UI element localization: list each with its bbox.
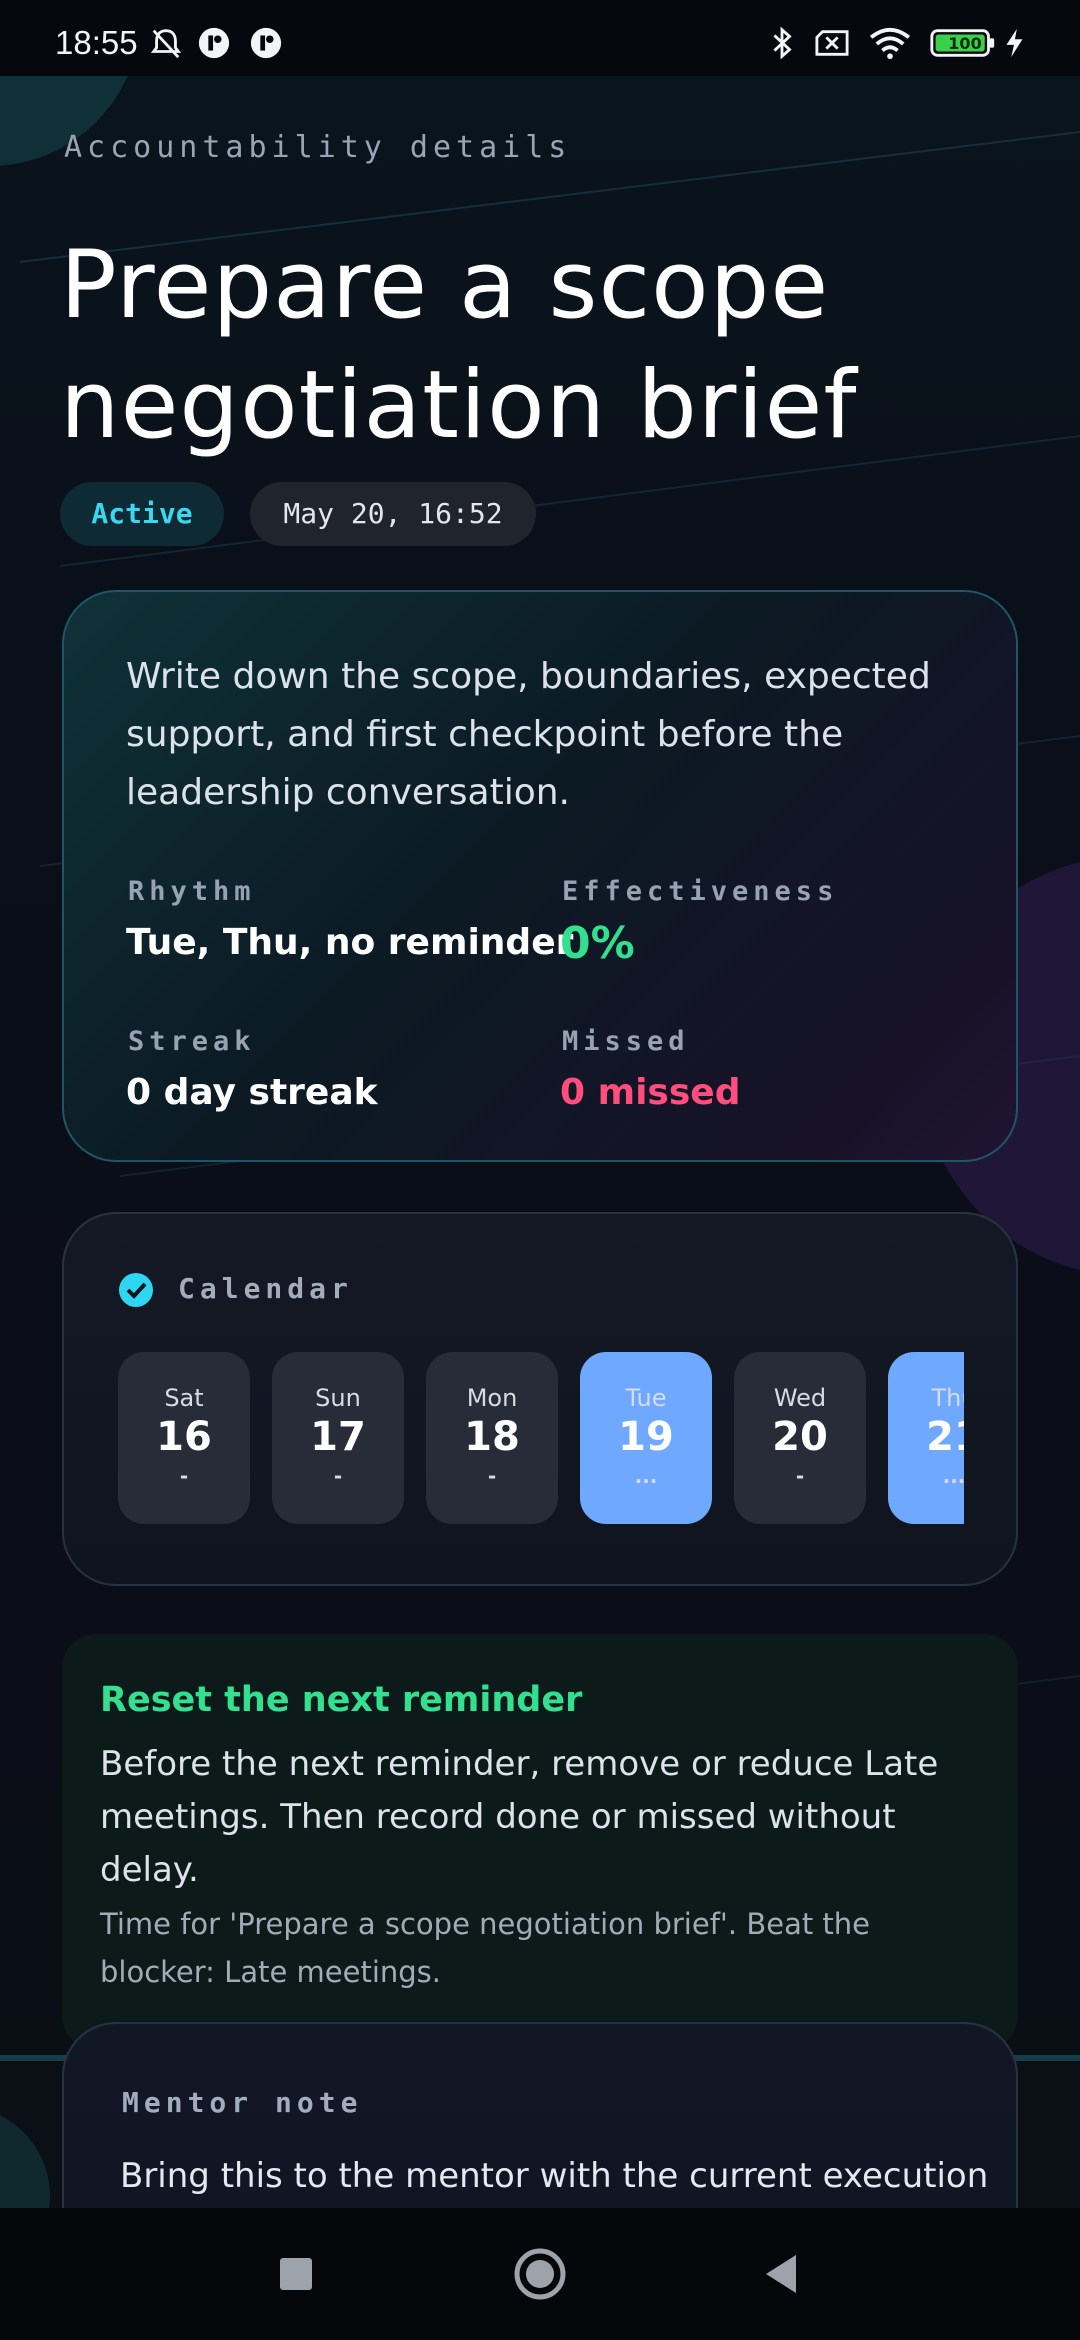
reminder-tip-card: Reset the next reminder Before the next …	[62, 1634, 1018, 2050]
calendar-day[interactable]: Thu21...	[888, 1352, 964, 1524]
task-description: Write down the scope, boundaries, expect…	[126, 656, 931, 813]
bluetooth-icon	[773, 26, 792, 60]
calendar-day-number: 16	[156, 1414, 212, 1460]
calendar-day[interactable]: Sat 16 -	[118, 1352, 250, 1524]
app-notification-icon	[198, 27, 230, 59]
calendar-day-status: -	[487, 1464, 497, 1488]
calendar-day-number: 19	[618, 1414, 674, 1460]
streak-value: 0 day streak	[126, 1072, 378, 1113]
recents-square-icon[interactable]	[236, 2208, 356, 2340]
status-time: 18:55	[55, 24, 138, 61]
missed-label: Missed	[562, 1026, 690, 1057]
battery-level: 100	[948, 34, 982, 53]
rhythm-label: Rhythm	[128, 876, 256, 907]
calendar-day[interactable]: Tue 19...	[580, 1352, 712, 1524]
details-card: Write down the scope, boundaries, expect…	[62, 590, 1018, 1162]
calendar-day-of-week: Wed	[773, 1384, 827, 1412]
calendar-day-strip[interactable]: Sat16 - Sun17 - Mon18 - Tue19... Wed20 - Thu21...	[118, 1352, 964, 1528]
calendar-day-of-week: Mon	[466, 1384, 518, 1412]
no-sim-icon	[815, 30, 849, 56]
charging-icon	[1006, 28, 1023, 58]
page-eyebrow: Accountability details	[64, 130, 572, 165]
status-bar: 18:55 100	[0, 0, 1080, 76]
calendar-day-of-week: Thu	[931, 1384, 964, 1412]
calendar-day-of-week: Sun	[315, 1384, 361, 1412]
screen: Accountability details Prepare a scope n…	[0, 76, 1080, 2208]
calendar-day-status: ...	[634, 1464, 658, 1488]
calendar-day-of-week: Sat	[164, 1384, 204, 1412]
calendar-day[interactable]: Wed 20 -	[734, 1352, 866, 1524]
check-circle-icon	[119, 1273, 153, 1307]
calendar-day[interactable]: Mon 18 -	[426, 1352, 558, 1524]
effectiveness-label: Effectiveness	[562, 876, 839, 907]
mentor-note-body: Bring this to the mentor with the curren…	[120, 2156, 989, 2196]
calendar-day-status: ...	[942, 1464, 964, 1488]
calendar-day-status: -	[333, 1464, 343, 1488]
calendar-day-number: 18	[464, 1414, 520, 1460]
calendar-day-status: -	[795, 1464, 805, 1488]
calendar-day[interactable]: Sun 17 -	[272, 1352, 404, 1524]
mentor-note-label: Mentor note	[122, 2086, 363, 2119]
back-triangle-icon[interactable]	[722, 2208, 842, 2340]
mute-bell-icon	[150, 29, 182, 59]
navigation-bar	[0, 2208, 1080, 2340]
calendar-day-number: 17	[310, 1414, 366, 1460]
rhythm-value: Tue, Thu, no reminder	[126, 922, 574, 963]
tip-title: Reset the next reminder	[100, 1680, 583, 1720]
missed-value: 0 missed	[560, 1072, 741, 1113]
calendar-day-number: 21	[926, 1414, 964, 1460]
effectiveness-value: 0%	[560, 918, 635, 969]
calendar-day-of-week: Tue	[625, 1384, 667, 1412]
streak-label: Streak	[128, 1026, 256, 1057]
calendar-day-number: 20	[772, 1414, 828, 1460]
calendar-title: Calendar	[178, 1272, 353, 1305]
wifi-icon	[869, 27, 911, 60]
page-title: Prepare a scope negotiation brief	[60, 231, 858, 460]
home-circle-icon[interactable]	[480, 2208, 600, 2340]
tip-note: Time for 'Prepare a scope negotiation br…	[100, 1907, 871, 1989]
app-notification-icon	[250, 27, 282, 59]
status-badge: Active	[60, 482, 224, 546]
date-badge: May 20, 16:52	[250, 482, 536, 546]
mentor-note-card: Mentor note Bring this to the mentor wit…	[62, 2022, 1018, 2208]
calendar-day-status: -	[179, 1464, 189, 1488]
tip-body: Before the next reminder, remove or redu…	[100, 1744, 939, 1890]
